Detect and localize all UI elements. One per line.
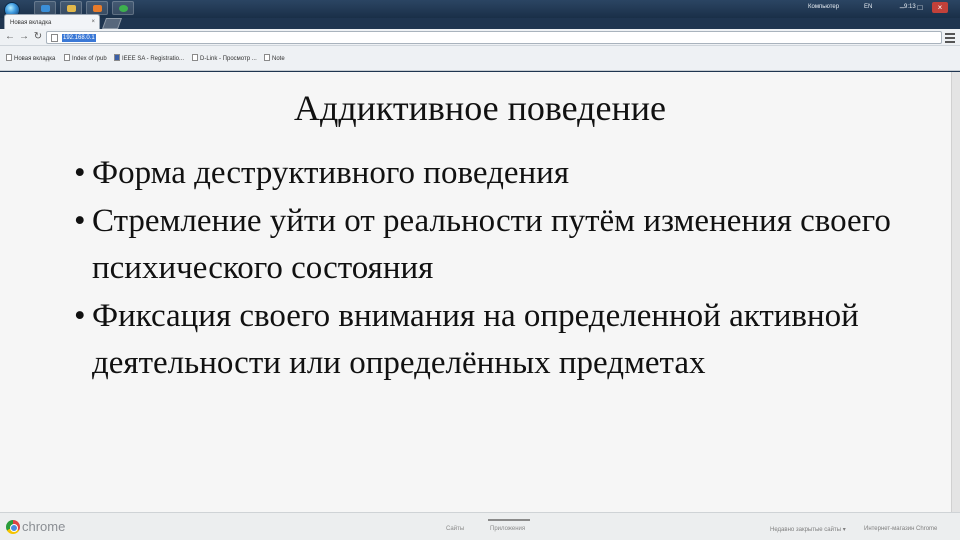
tab-title: Новая вкладка [10,20,52,26]
bookmarks-bar: Новая вкладка Index of /pub IEEE SA - Re… [0,46,960,71]
page-icon [6,54,12,61]
bullet-item: Стремление уйти от реальности путём изме… [74,198,934,293]
recently-closed-link[interactable]: Недавно закрытые сайты ▾ [770,526,846,533]
language-indicator[interactable]: EN [864,4,872,10]
chrome-wordmark: chrome [22,519,66,534]
new-tab-button[interactable] [101,18,123,29]
tab-new-tab[interactable]: Новая вкладка × [4,14,100,30]
page-icon [114,54,120,61]
slide-title: Аддиктивное поведение [294,88,666,128]
page-icon [64,54,70,61]
bookmark-item[interactable]: Новая вкладка [6,54,55,62]
bookmark-item[interactable]: D-Link - Просмотр ... [192,54,257,62]
bookmark-item[interactable]: IEEE SA - Registratio... [114,54,184,62]
forward-button[interactable]: → [18,31,30,43]
address-bar[interactable]: 192.168.0.1 [46,31,942,44]
tab-strip: Новая вкладка × [0,12,960,30]
back-button[interactable]: ← [4,31,16,43]
vertical-scrollbar[interactable] [951,72,960,512]
page-icon [264,54,270,61]
slide-bullet-list: Форма деструктивного поведения Стремлени… [74,150,934,388]
tab-sites[interactable]: Сайты [446,526,464,532]
reload-button[interactable]: ↻ [32,31,44,43]
tab-apps[interactable]: Приложения [487,519,531,532]
page-icon [51,34,58,42]
bullet-item: Фиксация своего внимания на определенной… [74,293,934,388]
browser-toolbar: ← → ↻ 192.168.0.1 [0,29,960,46]
web-store-link[interactable]: Интернет-магазин Chrome [864,526,937,532]
bookmark-item[interactable]: Note [264,54,285,62]
chrome-logo-icon [6,520,20,534]
new-tab-bottom-bar: chrome Сайты Приложения Недавно закрытые… [0,512,960,540]
bookmark-item[interactable]: Index of /pub [64,54,107,62]
bullet-item: Форма деструктивного поведения [74,150,934,198]
page-icon [192,54,198,61]
menu-icon[interactable] [945,31,955,43]
tab-close-icon[interactable]: × [91,19,95,25]
tray-computer-label[interactable]: Компьютер [808,4,839,10]
address-bar-url[interactable]: 192.168.0.1 [62,34,96,42]
